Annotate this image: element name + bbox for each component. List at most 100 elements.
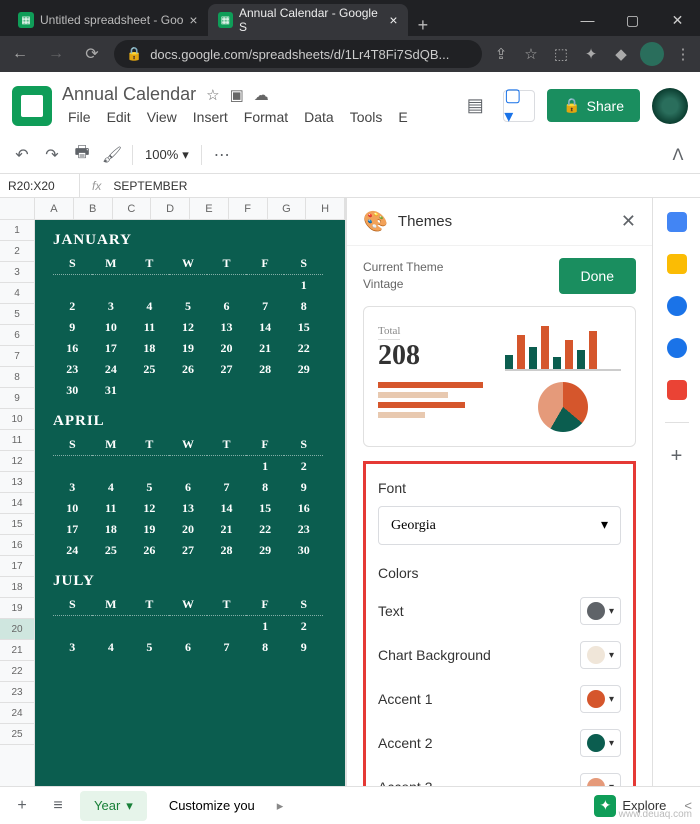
share-button[interactable]: 🔒 Share xyxy=(547,89,640,122)
col-header[interactable]: F xyxy=(229,198,268,219)
row-header[interactable]: 11 xyxy=(0,430,34,451)
star-icon[interactable]: ☆ xyxy=(520,45,542,63)
extension2-icon[interactable]: ◆ xyxy=(610,45,632,63)
collapse-toolbar-button[interactable]: ᐱ xyxy=(664,141,692,169)
row-header[interactable]: 2 xyxy=(0,241,34,262)
formula-input[interactable]: SEPTEMBER xyxy=(113,179,187,193)
color-picker[interactable]: ▾ xyxy=(580,597,621,625)
cloud-icon[interactable]: ☁ xyxy=(254,86,269,104)
col-header[interactable]: G xyxy=(268,198,307,219)
new-tab-button[interactable]: + xyxy=(408,15,439,36)
done-button[interactable]: Done xyxy=(559,258,636,294)
reload-button[interactable]: ⟳ xyxy=(78,44,106,64)
sheet-tab[interactable]: Customize you xyxy=(155,791,269,820)
menu-view[interactable]: View xyxy=(141,107,183,127)
profile-icon[interactable] xyxy=(640,42,664,66)
maximize-button[interactable]: ▢ xyxy=(610,4,655,36)
present-button[interactable]: ▢ ▾ xyxy=(503,90,535,122)
col-header[interactable]: B xyxy=(74,198,113,219)
row-header[interactable]: 19 xyxy=(0,598,34,619)
row-header[interactable]: 23 xyxy=(0,682,34,703)
row-header[interactable]: 20 xyxy=(0,619,34,640)
menu-edit[interactable]: Edit xyxy=(101,107,137,127)
sheets-logo[interactable] xyxy=(12,86,52,126)
close-icon[interactable]: × xyxy=(389,12,397,28)
col-header[interactable]: E xyxy=(190,198,229,219)
browser-tab[interactable]: ▦ Untitled spreadsheet - Goo × xyxy=(8,4,208,36)
share-icon[interactable]: ⇪ xyxy=(490,45,512,63)
menu-format[interactable]: Format xyxy=(238,107,294,127)
menu-insert[interactable]: Insert xyxy=(187,107,234,127)
close-window-button[interactable]: ✕ xyxy=(655,4,700,36)
spreadsheet-grid[interactable]: A B C D E F G H 123456789101112131415161… xyxy=(0,198,346,786)
color-name: Chart Background xyxy=(378,647,491,663)
add-sheet-button[interactable]: + xyxy=(8,792,36,820)
col-header[interactable]: A xyxy=(35,198,74,219)
color-picker[interactable]: ▾ xyxy=(580,773,621,786)
name-box[interactable]: R20:X20 xyxy=(0,174,80,197)
puzzle-icon[interactable]: ✦ xyxy=(580,45,602,63)
add-addon-button[interactable]: + xyxy=(671,445,683,468)
star-icon[interactable]: ☆ xyxy=(206,86,219,104)
row-header[interactable]: 13 xyxy=(0,472,34,493)
close-icon[interactable]: ✕ xyxy=(621,211,636,232)
row-header[interactable]: 10 xyxy=(0,409,34,430)
menu-more[interactable]: E xyxy=(392,107,413,127)
menu-icon[interactable]: ⋮ xyxy=(672,45,694,63)
browser-tab-active[interactable]: ▦ Annual Calendar - Google S × xyxy=(208,4,408,36)
back-button[interactable]: ← xyxy=(6,45,34,63)
row-header[interactable]: 24 xyxy=(0,703,34,724)
move-icon[interactable]: ▣ xyxy=(230,86,244,104)
row-header[interactable]: 8 xyxy=(0,367,34,388)
redo-button[interactable]: ↷ xyxy=(38,141,66,169)
font-select[interactable]: Georgia ▾ xyxy=(378,506,621,545)
color-picker[interactable]: ▾ xyxy=(580,685,621,713)
undo-button[interactable]: ↶ xyxy=(8,141,36,169)
print-button[interactable]: 🖶 xyxy=(68,141,96,169)
row-header[interactable]: 1 xyxy=(0,220,34,241)
color-picker[interactable]: ▾ xyxy=(580,641,621,669)
address-bar[interactable]: 🔒 docs.google.com/spreadsheets/d/1Lr4T8F… xyxy=(114,40,482,68)
row-header[interactable]: 5 xyxy=(0,304,34,325)
row-header[interactable]: 6 xyxy=(0,325,34,346)
row-header[interactable]: 3 xyxy=(0,262,34,283)
more-button[interactable]: ⋯ xyxy=(208,141,236,169)
row-header[interactable]: 14 xyxy=(0,493,34,514)
row-header[interactable]: 25 xyxy=(0,724,34,745)
comments-icon[interactable]: ▤ xyxy=(459,90,491,122)
forward-button[interactable]: → xyxy=(42,45,70,63)
sheet-tab-active[interactable]: Year ▾ xyxy=(80,791,147,821)
col-header[interactable]: C xyxy=(113,198,152,219)
avatar[interactable] xyxy=(652,88,688,124)
sheets-favicon: ▦ xyxy=(18,12,34,28)
menu-data[interactable]: Data xyxy=(298,107,340,127)
keep-icon[interactable] xyxy=(667,254,687,274)
close-icon[interactable]: × xyxy=(189,12,197,28)
menu-tools[interactable]: Tools xyxy=(344,107,389,127)
row-header[interactable]: 16 xyxy=(0,535,34,556)
color-picker[interactable]: ▾ xyxy=(580,729,621,757)
paint-format-button[interactable]: 🖌 xyxy=(98,141,126,169)
col-header[interactable]: H xyxy=(306,198,345,219)
tasks-icon[interactable] xyxy=(667,296,687,316)
row-header[interactable]: 18 xyxy=(0,577,34,598)
col-header[interactable]: D xyxy=(151,198,190,219)
row-header[interactable]: 9 xyxy=(0,388,34,409)
row-header[interactable]: 15 xyxy=(0,514,34,535)
menu-file[interactable]: File xyxy=(62,107,97,127)
preview-pie-chart xyxy=(538,382,588,432)
calendar-icon[interactable] xyxy=(667,212,687,232)
row-header[interactable]: 21 xyxy=(0,640,34,661)
extension-icon[interactable]: ⬚ xyxy=(550,45,572,63)
all-sheets-button[interactable]: ≡ xyxy=(44,792,72,820)
contacts-icon[interactable] xyxy=(667,338,687,358)
minimize-button[interactable]: — xyxy=(565,4,610,36)
row-header[interactable]: 4 xyxy=(0,283,34,304)
zoom-select[interactable]: 100% ▾ xyxy=(139,147,195,163)
document-title[interactable]: Annual Calendar xyxy=(62,84,196,105)
row-header[interactable]: 7 xyxy=(0,346,34,367)
row-header[interactable]: 17 xyxy=(0,556,34,577)
maps-icon[interactable] xyxy=(667,380,687,400)
row-header[interactable]: 12 xyxy=(0,451,34,472)
row-header[interactable]: 22 xyxy=(0,661,34,682)
